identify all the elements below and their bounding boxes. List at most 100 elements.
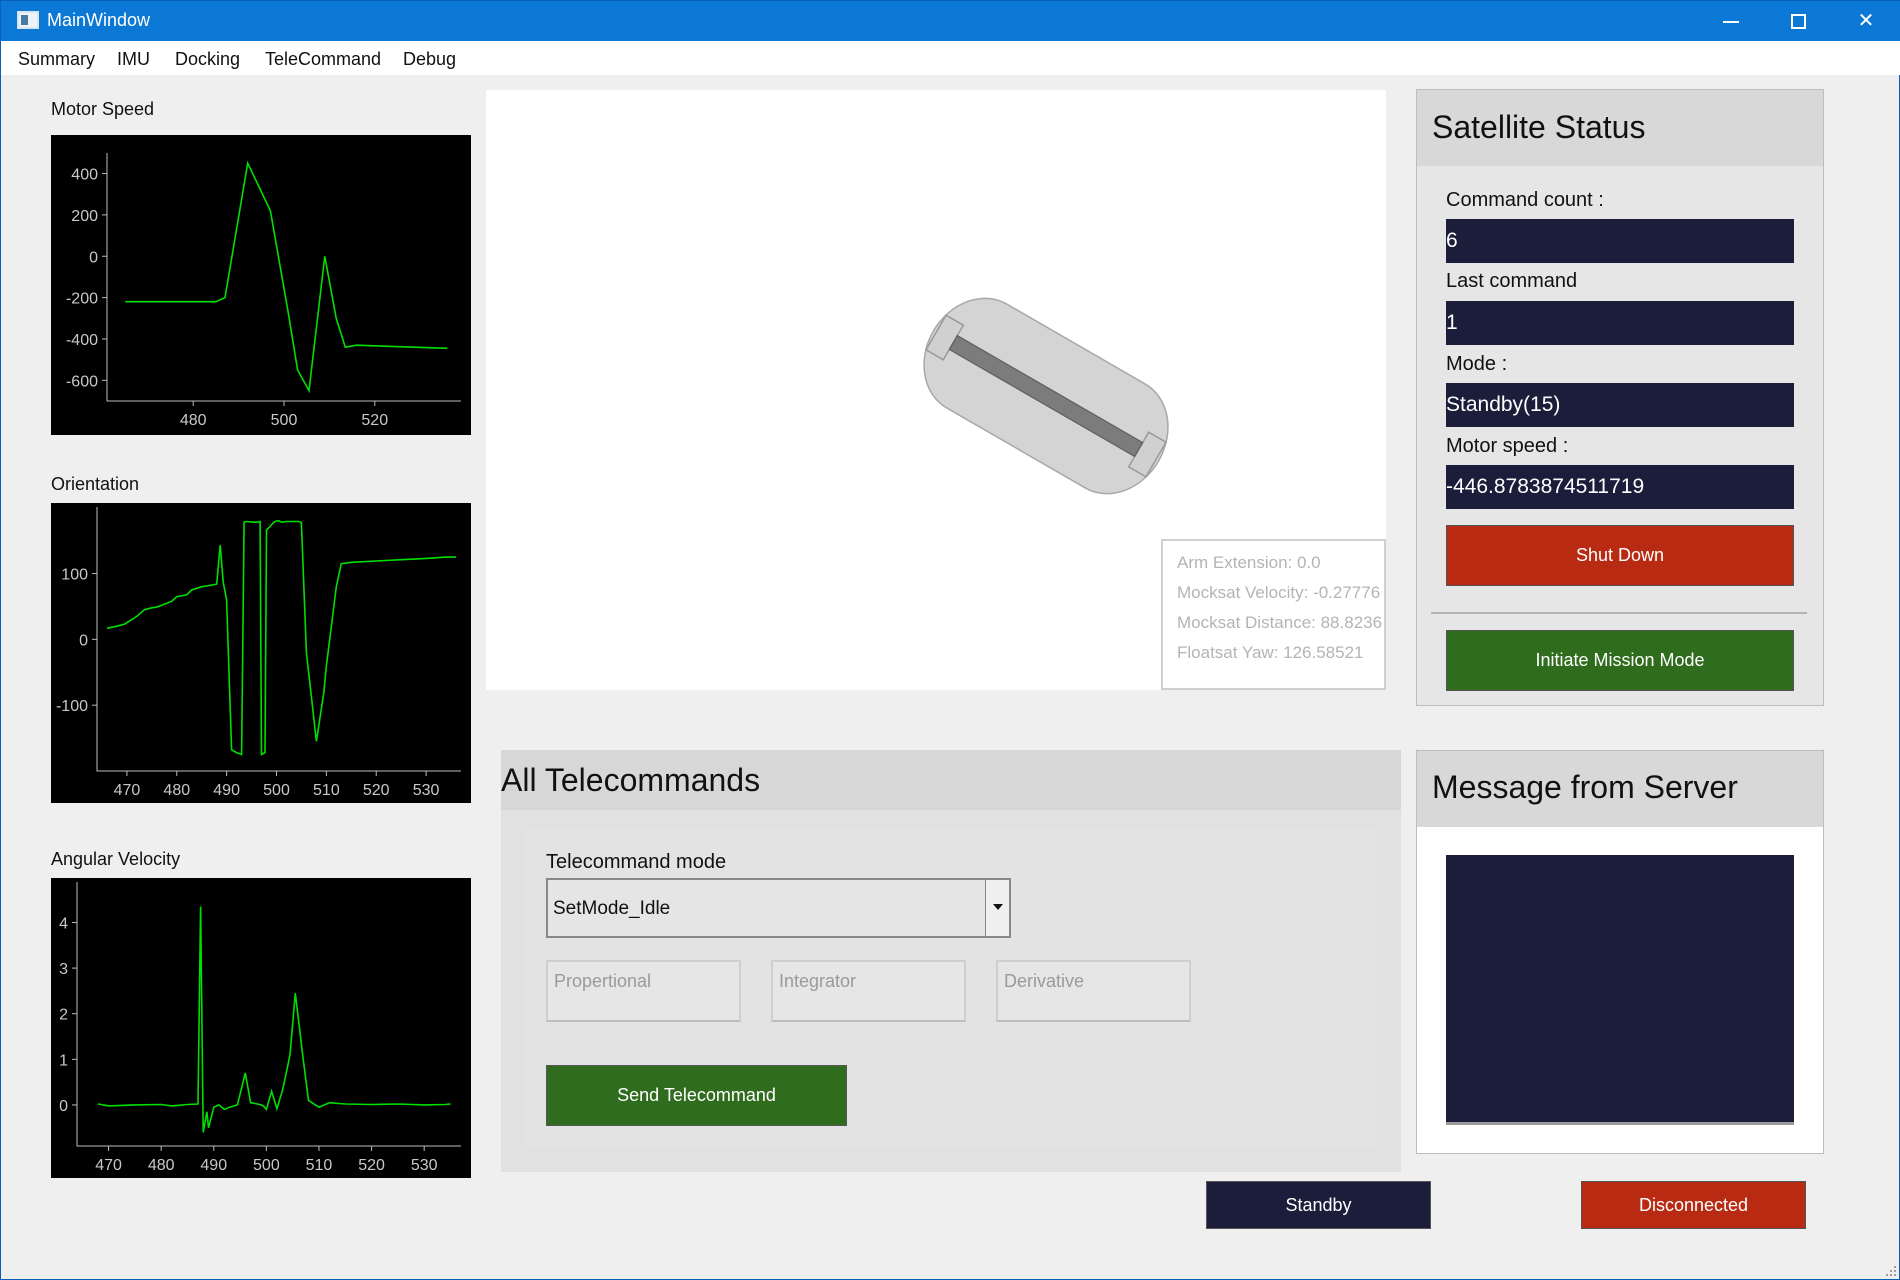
x-tick-label: 490: [213, 782, 240, 799]
y-tick-label: 0: [59, 1098, 68, 1115]
x-tick-label: 500: [263, 782, 290, 799]
y-tick-label: 200: [71, 208, 98, 225]
proportional-input[interactable]: Propertional: [546, 960, 741, 1022]
derivative-input[interactable]: Derivative: [996, 960, 1191, 1022]
y-tick-label: 2: [59, 1007, 68, 1024]
satellite-status-title: Satellite Status: [1432, 109, 1646, 145]
maximize-icon: [1790, 14, 1806, 29]
connection-status-badge: Disconnected: [1581, 1181, 1806, 1229]
send-telecommand-button[interactable]: Send Telecommand: [546, 1065, 847, 1126]
integrator-input[interactable]: Integrator: [771, 960, 966, 1022]
server-message-header: Message from Server: [1417, 751, 1823, 827]
initiate-mission-mode-button[interactable]: Initiate Mission Mode: [1446, 630, 1794, 691]
y-tick-label: -100: [56, 698, 88, 715]
y-tick-label: 3: [59, 961, 68, 978]
satellite-status-panel: Satellite Status Command count : 6 Last …: [1416, 89, 1824, 706]
plot-canvas: 470 480 490 500 510 520 530 100 0 -100: [56, 507, 461, 799]
derivative-placeholder: Derivative: [1004, 971, 1085, 991]
menu-docking[interactable]: Docking: [175, 49, 240, 70]
mode-value: Standby(15): [1446, 383, 1794, 427]
menu-bar: Summary IMU Docking TeleCommand Debug: [1, 41, 1900, 75]
command-count-value: 6: [1446, 219, 1794, 263]
angular-velocity-label: Angular Velocity: [51, 849, 181, 869]
maximize-button[interactable]: [1763, 1, 1833, 41]
shut-down-button[interactable]: Shut Down: [1446, 525, 1794, 586]
close-button[interactable]: ✕: [1831, 1, 1900, 41]
x-tick-label: 500: [253, 1157, 280, 1174]
telecommand-mode-label: Telecommand mode: [546, 851, 727, 873]
series-line: [125, 160, 448, 394]
mocksat-velocity-text: Mocksat Velocity: -0.27776: [1177, 583, 1381, 602]
x-tick-label: 520: [363, 782, 390, 799]
menu-summary[interactable]: Summary: [18, 49, 95, 70]
mocksat-distance-text: Mocksat Distance: 88.8236: [1177, 613, 1383, 632]
close-icon: ✕: [1857, 8, 1875, 32]
menu-imu[interactable]: IMU: [117, 49, 150, 70]
orientation-plot: 470 480 490 500 510 520 530 100 0 -100: [51, 503, 471, 803]
proportional-placeholder: Propertional: [554, 971, 652, 991]
floatsat-yaw-text: Floatsat Yaw: 126.58521: [1177, 643, 1364, 662]
x-tick-label: 480: [163, 782, 190, 799]
x-tick-label: 530: [413, 782, 440, 799]
menu-telecommand[interactable]: TeleCommand: [265, 49, 381, 70]
y-tick-label: 0: [89, 249, 98, 266]
y-tick-label: 400: [71, 167, 98, 184]
plot-canvas: 470 480 490 500 510 520 530 4 3 2 1 0: [59, 882, 461, 1174]
last-command-label: Last command: [1446, 270, 1578, 292]
command-count-label: Command count :: [1446, 189, 1604, 211]
server-message-panel: Message from Server: [1416, 750, 1824, 1154]
minimize-icon: [1723, 20, 1739, 23]
x-tick-label: 470: [95, 1157, 122, 1174]
x-tick-label: 480: [148, 1157, 175, 1174]
motor-speed-field-label: Motor speed :: [1446, 435, 1569, 457]
server-message-title: Message from Server: [1432, 769, 1738, 805]
window-title: MainWindow: [47, 10, 151, 30]
series-line: [106, 520, 456, 756]
menu-debug[interactable]: Debug: [403, 49, 456, 70]
last-command-value: 1: [1446, 301, 1794, 345]
x-tick-label: 490: [200, 1157, 227, 1174]
status-divider: [1431, 612, 1807, 614]
angular-velocity-plot: 470 480 490 500 510 520 530 4 3 2 1 0: [51, 878, 471, 1178]
x-tick-label: 520: [361, 412, 388, 429]
main-window: MainWindow ✕ Summary IMU Docking TeleCom…: [0, 0, 1900, 1280]
x-tick-label: 510: [306, 1157, 333, 1174]
minimize-button[interactable]: [1696, 1, 1766, 41]
integrator-placeholder: Integrator: [779, 971, 857, 991]
motor-speed-label: Motor Speed: [51, 99, 155, 119]
telecommands-header: All Telecommands: [501, 750, 1401, 810]
y-tick-label: 100: [61, 567, 88, 584]
mode-label: Mode :: [1446, 353, 1508, 375]
series-line: [97, 906, 451, 1133]
plot-axes: [96, 507, 461, 772]
y-tick-label: -400: [66, 332, 98, 349]
y-tick-label: 1: [59, 1052, 68, 1069]
satellite-status-header: Satellite Status: [1417, 90, 1823, 166]
motor-speed-value: -446.8783874511719: [1446, 465, 1794, 509]
dropdown-arrow-icon[interactable]: [985, 880, 1009, 936]
resize-grip-icon[interactable]: [1885, 1265, 1897, 1277]
x-tick-label: 530: [411, 1157, 438, 1174]
x-tick-label: 480: [180, 412, 207, 429]
x-tick-label: 520: [358, 1157, 385, 1174]
x-tick-label: 470: [114, 782, 141, 799]
plot-axes: [106, 153, 461, 402]
server-message-box[interactable]: [1446, 855, 1794, 1125]
plot-axes: [76, 882, 461, 1147]
motor-speed-plot: 480 500 520 400 200 0 -200 -400 -600: [51, 135, 471, 435]
y-tick-label: 0: [79, 632, 88, 649]
title-bar: MainWindow ✕: [1, 1, 1900, 41]
telecommand-mode-select[interactable]: SetMode_Idle: [546, 878, 1011, 938]
app-window-icon: [17, 11, 39, 29]
x-tick-label: 510: [313, 782, 340, 799]
telemetry-overlay: Arm Extension: 0.0 Mocksat Velocity: -0.…: [1161, 539, 1386, 690]
y-tick-label: 4: [59, 915, 68, 932]
plot-canvas: 480 500 520 400 200 0 -200 -400 -600: [66, 153, 461, 429]
mode-status-badge: Standby: [1206, 1181, 1431, 1229]
x-tick-label: 500: [271, 412, 298, 429]
y-tick-label: -200: [66, 291, 98, 308]
arm-extension-text: Arm Extension: 0.0: [1177, 553, 1321, 572]
telecommands-title: All Telecommands: [501, 762, 761, 798]
orientation-label: Orientation: [51, 474, 140, 494]
telecommand-mode-value: SetMode_Idle: [553, 898, 671, 919]
